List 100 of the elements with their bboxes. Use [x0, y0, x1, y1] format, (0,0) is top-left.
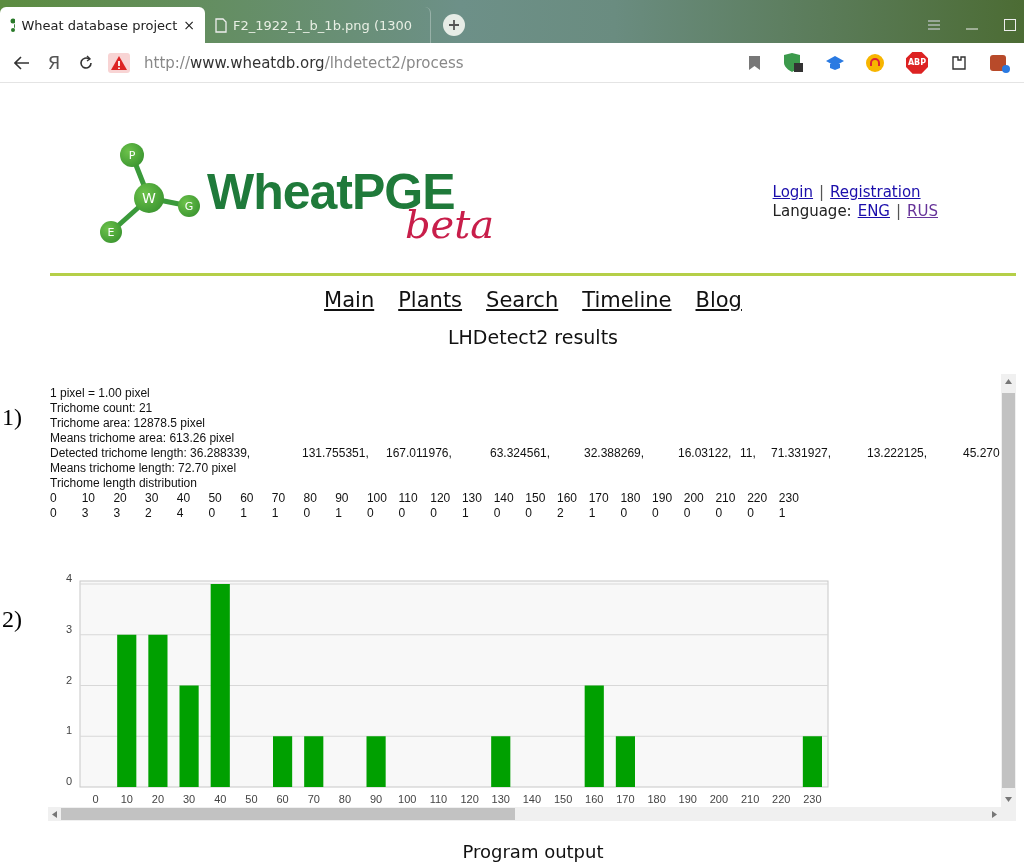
x-tick-label: 120 — [460, 793, 479, 805]
bin-label: 120 — [430, 491, 452, 506]
bin-count: 1 — [588, 506, 597, 521]
reload-icon[interactable] — [78, 54, 94, 71]
x-tick-label: 40 — [214, 793, 227, 805]
close-icon[interactable]: × — [183, 17, 195, 34]
bin-label: 50 — [208, 491, 223, 506]
adblock-icon[interactable]: ABP — [906, 51, 928, 74]
back-icon[interactable] — [14, 55, 30, 70]
bin-label: 80 — [303, 491, 318, 506]
bin-count: 2 — [557, 506, 565, 521]
scroll-left-icon[interactable] — [52, 810, 57, 818]
bin-count: 0 — [398, 506, 407, 521]
x-tick-label: 190 — [678, 793, 697, 805]
bin-count: 0 — [620, 506, 629, 521]
url-text[interactable]: http://www.wheatdb.org/lhdetect2/process — [144, 53, 735, 72]
separator: | — [896, 202, 902, 221]
bin-count: 0 — [683, 506, 692, 521]
new-tab-button[interactable] — [443, 14, 465, 37]
output-line: Trichome area: 12878.5 pixel — [50, 416, 206, 431]
x-tick-label: 130 — [491, 793, 510, 805]
length-value: 13.222125, — [867, 446, 929, 461]
bin-count: 2 — [145, 506, 153, 521]
bin-label: 230 — [778, 491, 800, 506]
bin-label: 30 — [145, 491, 160, 506]
output-line: Means trichome length: 72.70 pixel — [50, 461, 238, 476]
bin-label: 0 — [50, 491, 58, 506]
browser-tab[interactable]: Wheat database project × — [0, 7, 205, 44]
bin-count: 0 — [366, 506, 375, 521]
x-tick-label: 90 — [369, 793, 383, 805]
x-tick-label: 30 — [182, 793, 196, 805]
bin-count: 0 — [430, 506, 438, 521]
bin-count: 0 — [652, 506, 660, 521]
output-line: Trichome length distribution — [50, 476, 198, 491]
x-tick-label: 100 — [398, 793, 417, 805]
graduation-cap-icon[interactable] — [826, 54, 844, 71]
bin-label: 220 — [747, 491, 769, 506]
bin-label: 100 — [366, 491, 388, 506]
output-line: Detected trichome length: 36.288339, — [50, 446, 252, 461]
bin-count: 1 — [240, 506, 248, 521]
section-caption: Program output — [461, 841, 605, 862]
language-label: Language: — [772, 202, 852, 221]
length-value: 71.331927, — [771, 446, 833, 461]
nav-link[interactable]: Blog — [695, 288, 742, 312]
menu-icon[interactable] — [928, 20, 940, 31]
nav-link[interactable]: Timeline — [582, 288, 672, 312]
x-tick-label: 140 — [522, 793, 542, 805]
registration-link[interactable]: Registration — [830, 183, 921, 202]
nav-link[interactable]: Search — [486, 288, 559, 312]
bin-label: 160 — [557, 491, 579, 506]
bin-label: 200 — [683, 491, 705, 506]
language-link[interactable]: ENG — [857, 202, 890, 221]
length-value: 11, — [740, 446, 757, 461]
logo-node: E — [100, 221, 122, 243]
scroll-down-icon[interactable] — [1005, 797, 1012, 802]
scroll-right-icon[interactable] — [992, 810, 997, 818]
bin-count: 0 — [50, 506, 58, 521]
language-link[interactable]: RUS — [907, 202, 938, 221]
bin-label: 140 — [493, 491, 515, 506]
bookmark-icon[interactable] — [749, 55, 760, 70]
nav-link[interactable]: Main — [324, 288, 375, 312]
headphones-icon[interactable] — [866, 53, 884, 72]
bin-label: 90 — [335, 491, 350, 506]
vertical-scrollbar[interactable] — [1001, 374, 1016, 807]
bin-count: 3 — [113, 506, 122, 521]
bin-label: 210 — [715, 491, 737, 506]
bin-label: 70 — [271, 491, 287, 506]
bin-count: 4 — [176, 506, 185, 521]
figure-label: 1) — [2, 404, 22, 431]
y-tick-label: 3 — [65, 622, 72, 635]
bin-count: 1 — [335, 506, 343, 521]
shield-icon[interactable] — [782, 52, 804, 73]
bin-count: 0 — [208, 506, 217, 521]
bin-label: 170 — [588, 491, 610, 506]
nav-link[interactable]: Plants — [398, 288, 463, 312]
figure-label: 2) — [2, 606, 22, 633]
bin-label: 190 — [652, 491, 674, 506]
y-tick-label: 1 — [65, 724, 72, 737]
y-tick-label: 0 — [65, 775, 72, 787]
bin-count: 0 — [747, 506, 755, 521]
bin-label: 150 — [525, 491, 547, 506]
x-tick-label: 70 — [307, 793, 320, 805]
tab-title: Wheat database project — [21, 17, 178, 33]
bin-label: 180 — [620, 491, 642, 506]
bin-label: 40 — [176, 491, 192, 506]
maximize-icon[interactable] — [1004, 19, 1016, 32]
scroll-up-icon[interactable] — [1005, 379, 1012, 384]
puzzle-icon[interactable] — [950, 53, 968, 72]
x-tick-label: 50 — [245, 793, 258, 805]
login-link[interactable]: Login — [772, 183, 814, 202]
x-tick-label: 200 — [709, 793, 729, 805]
avatar-icon[interactable] — [990, 52, 1010, 73]
length-value: 131.755351, — [302, 446, 370, 461]
logo-node: G — [178, 195, 200, 217]
length-value: 167.011976, — [386, 446, 453, 461]
browser-button[interactable]: Я — [44, 52, 64, 74]
x-tick-label: 170 — [616, 793, 635, 805]
bin-count: 3 — [81, 506, 90, 521]
output-line: Trichome count: 21 — [50, 401, 154, 416]
length-value: 63.324561, — [490, 446, 552, 461]
